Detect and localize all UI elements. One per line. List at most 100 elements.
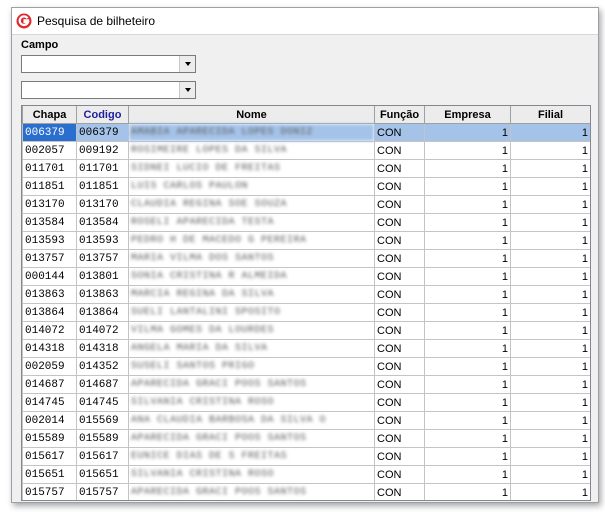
table-row[interactable]: 013170 013170 CLAUDIA REGINA SOE SOUZA CON 1… xyxy=(22,195,590,214)
table-row[interactable]: 014745 014745 SILVANIA CRISTINA ROSO CON 1 1 xyxy=(22,393,590,412)
cell-empresa: 1 xyxy=(424,393,511,412)
cell-chapa: 013863 xyxy=(22,285,77,304)
column-header-empresa[interactable]: Empresa xyxy=(424,106,511,124)
column-header-chapa[interactable]: Chapa xyxy=(22,106,77,124)
cell-chapa: 015617 xyxy=(22,447,77,466)
dropdown-arrow-icon[interactable] xyxy=(179,56,195,72)
cell-nome: SIDNEI LUCIO DE FREITAS xyxy=(128,159,375,178)
cell-empresa: 1 xyxy=(424,249,511,268)
cell-funcao: CON xyxy=(374,483,425,500)
cell-nome: SONIA CRISTINA R ALMEIDA xyxy=(128,267,375,286)
cell-filial: 1 xyxy=(510,339,590,358)
cell-codigo: 011851 xyxy=(76,177,129,196)
cell-codigo: 009192 xyxy=(76,141,129,160)
cell-empresa: 1 xyxy=(424,267,511,286)
campo-field-combo[interactable] xyxy=(21,55,196,73)
cell-funcao: CON xyxy=(374,393,425,412)
table-row[interactable]: 002014 015569 ANA CLAUDIA BARBOSA DA SILVA… xyxy=(22,411,590,430)
column-header-filial[interactable]: Filial xyxy=(510,106,590,124)
table-row[interactable]: 013863 013863 MARCIA REGINA DA SILVA CON 1 1 xyxy=(22,285,590,304)
table-row[interactable]: 002057 009192 ROSIMEIRE LOPES DA SILVA CON 1… xyxy=(22,141,590,160)
cell-filial: 1 xyxy=(510,123,590,142)
table-row[interactable]: 015757 015757 APARECIDA GRACI POOS SANTOS C… xyxy=(22,483,590,500)
cell-funcao: CON xyxy=(374,447,425,466)
table-row[interactable]: 014318 014318 ANGELA MARIA DA SILVA CON 1 1 xyxy=(22,339,590,358)
cell-empresa: 1 xyxy=(424,465,511,484)
cell-chapa: 006379 xyxy=(22,123,77,142)
cell-filial: 1 xyxy=(510,303,590,322)
table-row[interactable]: 013757 013757 MARIA VILMA DOS SANTOS CON 1 1 xyxy=(22,249,590,268)
g-logo-icon xyxy=(16,13,32,29)
cell-filial: 1 xyxy=(510,231,590,250)
cell-funcao: CON xyxy=(374,159,425,178)
dropdown-arrow-icon[interactable] xyxy=(179,82,195,98)
cell-empresa: 1 xyxy=(424,483,511,500)
table-row[interactable]: 014072 014072 VILMA GOMES DA LOURDES CON 1 1 xyxy=(22,321,590,340)
cell-filial: 1 xyxy=(510,465,590,484)
cell-nome: MARCIA REGINA DA SILVA xyxy=(128,285,375,304)
cell-codigo: 011701 xyxy=(76,159,129,178)
cell-codigo: 014745 xyxy=(76,393,129,412)
table-row[interactable]: 015651 015651 SILVANIA CRISTINA ROSO CON 1 1 xyxy=(22,465,590,484)
cell-filial: 1 xyxy=(510,141,590,160)
cell-nome: SILVANIA CRISTINA ROSO xyxy=(128,465,375,484)
cell-nome: ROSIMEIRE LOPES DA SILVA xyxy=(128,141,375,160)
cell-codigo: 006379 xyxy=(76,123,129,142)
table-row[interactable]: 011851 011851 LUIS CARLOS PAULON CON 1 1 xyxy=(22,177,590,196)
window-title: Pesquisa de bilheteiro xyxy=(37,14,156,28)
cell-chapa: 015651 xyxy=(22,465,77,484)
cell-empresa: 1 xyxy=(424,141,511,160)
cell-empresa: 1 xyxy=(424,357,511,376)
table-row[interactable]: 013864 013864 SUELI LANTALINI SPOSITO CON 1 1 xyxy=(22,303,590,322)
cell-funcao: CON xyxy=(374,339,425,358)
cell-nome: APARECIDA GRACI POOS SANTOS xyxy=(128,483,375,500)
cell-empresa: 1 xyxy=(424,213,511,232)
cell-chapa: 014318 xyxy=(22,339,77,358)
table-row[interactable]: 014687 014687 APARECIDA GRACI POOS SANTOS C… xyxy=(22,375,590,394)
table-row[interactable]: 013584 013584 ROSELI APARECIDA TESTA CON 1 1 xyxy=(22,213,590,232)
column-header-codigo[interactable]: Codigo xyxy=(76,106,129,124)
column-header-nome[interactable]: Nome xyxy=(128,106,375,124)
cell-empresa: 1 xyxy=(424,177,511,196)
cell-codigo: 015569 xyxy=(76,411,129,430)
cell-empresa: 1 xyxy=(424,159,511,178)
cell-funcao: CON xyxy=(374,141,425,160)
cell-codigo: 013584 xyxy=(76,213,129,232)
cell-codigo: 013757 xyxy=(76,249,129,268)
cell-empresa: 1 xyxy=(424,285,511,304)
cell-funcao: CON xyxy=(374,303,425,322)
cell-chapa: 011851 xyxy=(22,177,77,196)
cell-chapa: 015757 xyxy=(22,483,77,500)
table-row[interactable]: 006379 006379 AMABIA APARECIDA LOPES DONIZ… xyxy=(22,123,590,142)
cell-empresa: 1 xyxy=(424,195,511,214)
table-row[interactable]: 011701 011701 SIDNEI LUCIO DE FREITAS CON 1 1 xyxy=(22,159,590,178)
cell-chapa: 014687 xyxy=(22,375,77,394)
cell-filial: 1 xyxy=(510,393,590,412)
cell-nome: ROSELI APARECIDA TESTA xyxy=(128,213,375,232)
campo-value-combo[interactable] xyxy=(21,81,196,99)
cell-funcao: CON xyxy=(374,321,425,340)
cell-empresa: 1 xyxy=(424,447,511,466)
table-row[interactable]: 000144 013801 SONIA CRISTINA R ALMEIDA CON 1… xyxy=(22,267,590,286)
cell-chapa: 013584 xyxy=(22,213,77,232)
table-row[interactable]: 015617 015617 EUNICE DIAS DE S FREITAS CON 1… xyxy=(22,447,590,466)
cell-chapa: 011701 xyxy=(22,159,77,178)
cell-filial: 1 xyxy=(510,213,590,232)
cell-funcao: CON xyxy=(374,465,425,484)
content-area: Campo Chapa Codigo Nome Função Empresa F… xyxy=(12,35,598,502)
cell-empresa: 1 xyxy=(424,231,511,250)
cell-filial: 1 xyxy=(510,159,590,178)
cell-filial: 1 xyxy=(510,483,590,500)
table-row[interactable]: 015589 015589 APARECIDA GRACI POOS SANTOS C… xyxy=(22,429,590,448)
table-row[interactable]: 002059 014352 SUSELI SANTOS PRIGO CON 1 1 xyxy=(22,357,590,376)
cell-funcao: CON xyxy=(374,231,425,250)
cell-nome: APARECIDA GRACI POOS SANTOS xyxy=(128,429,375,448)
cell-nome: PEDRO H DE MACEDO G PEREIRA xyxy=(128,231,375,250)
cell-nome: SILVANIA CRISTINA ROSO xyxy=(128,393,375,412)
table-row[interactable]: 013593 013593 PEDRO H DE MACEDO G PEREIRA C… xyxy=(22,231,590,250)
results-grid[interactable]: Chapa Codigo Nome Função Empresa Filial … xyxy=(21,105,591,501)
column-header-funcao[interactable]: Função xyxy=(374,106,425,124)
cell-codigo: 014687 xyxy=(76,375,129,394)
cell-funcao: CON xyxy=(374,267,425,286)
cell-codigo: 013170 xyxy=(76,195,129,214)
